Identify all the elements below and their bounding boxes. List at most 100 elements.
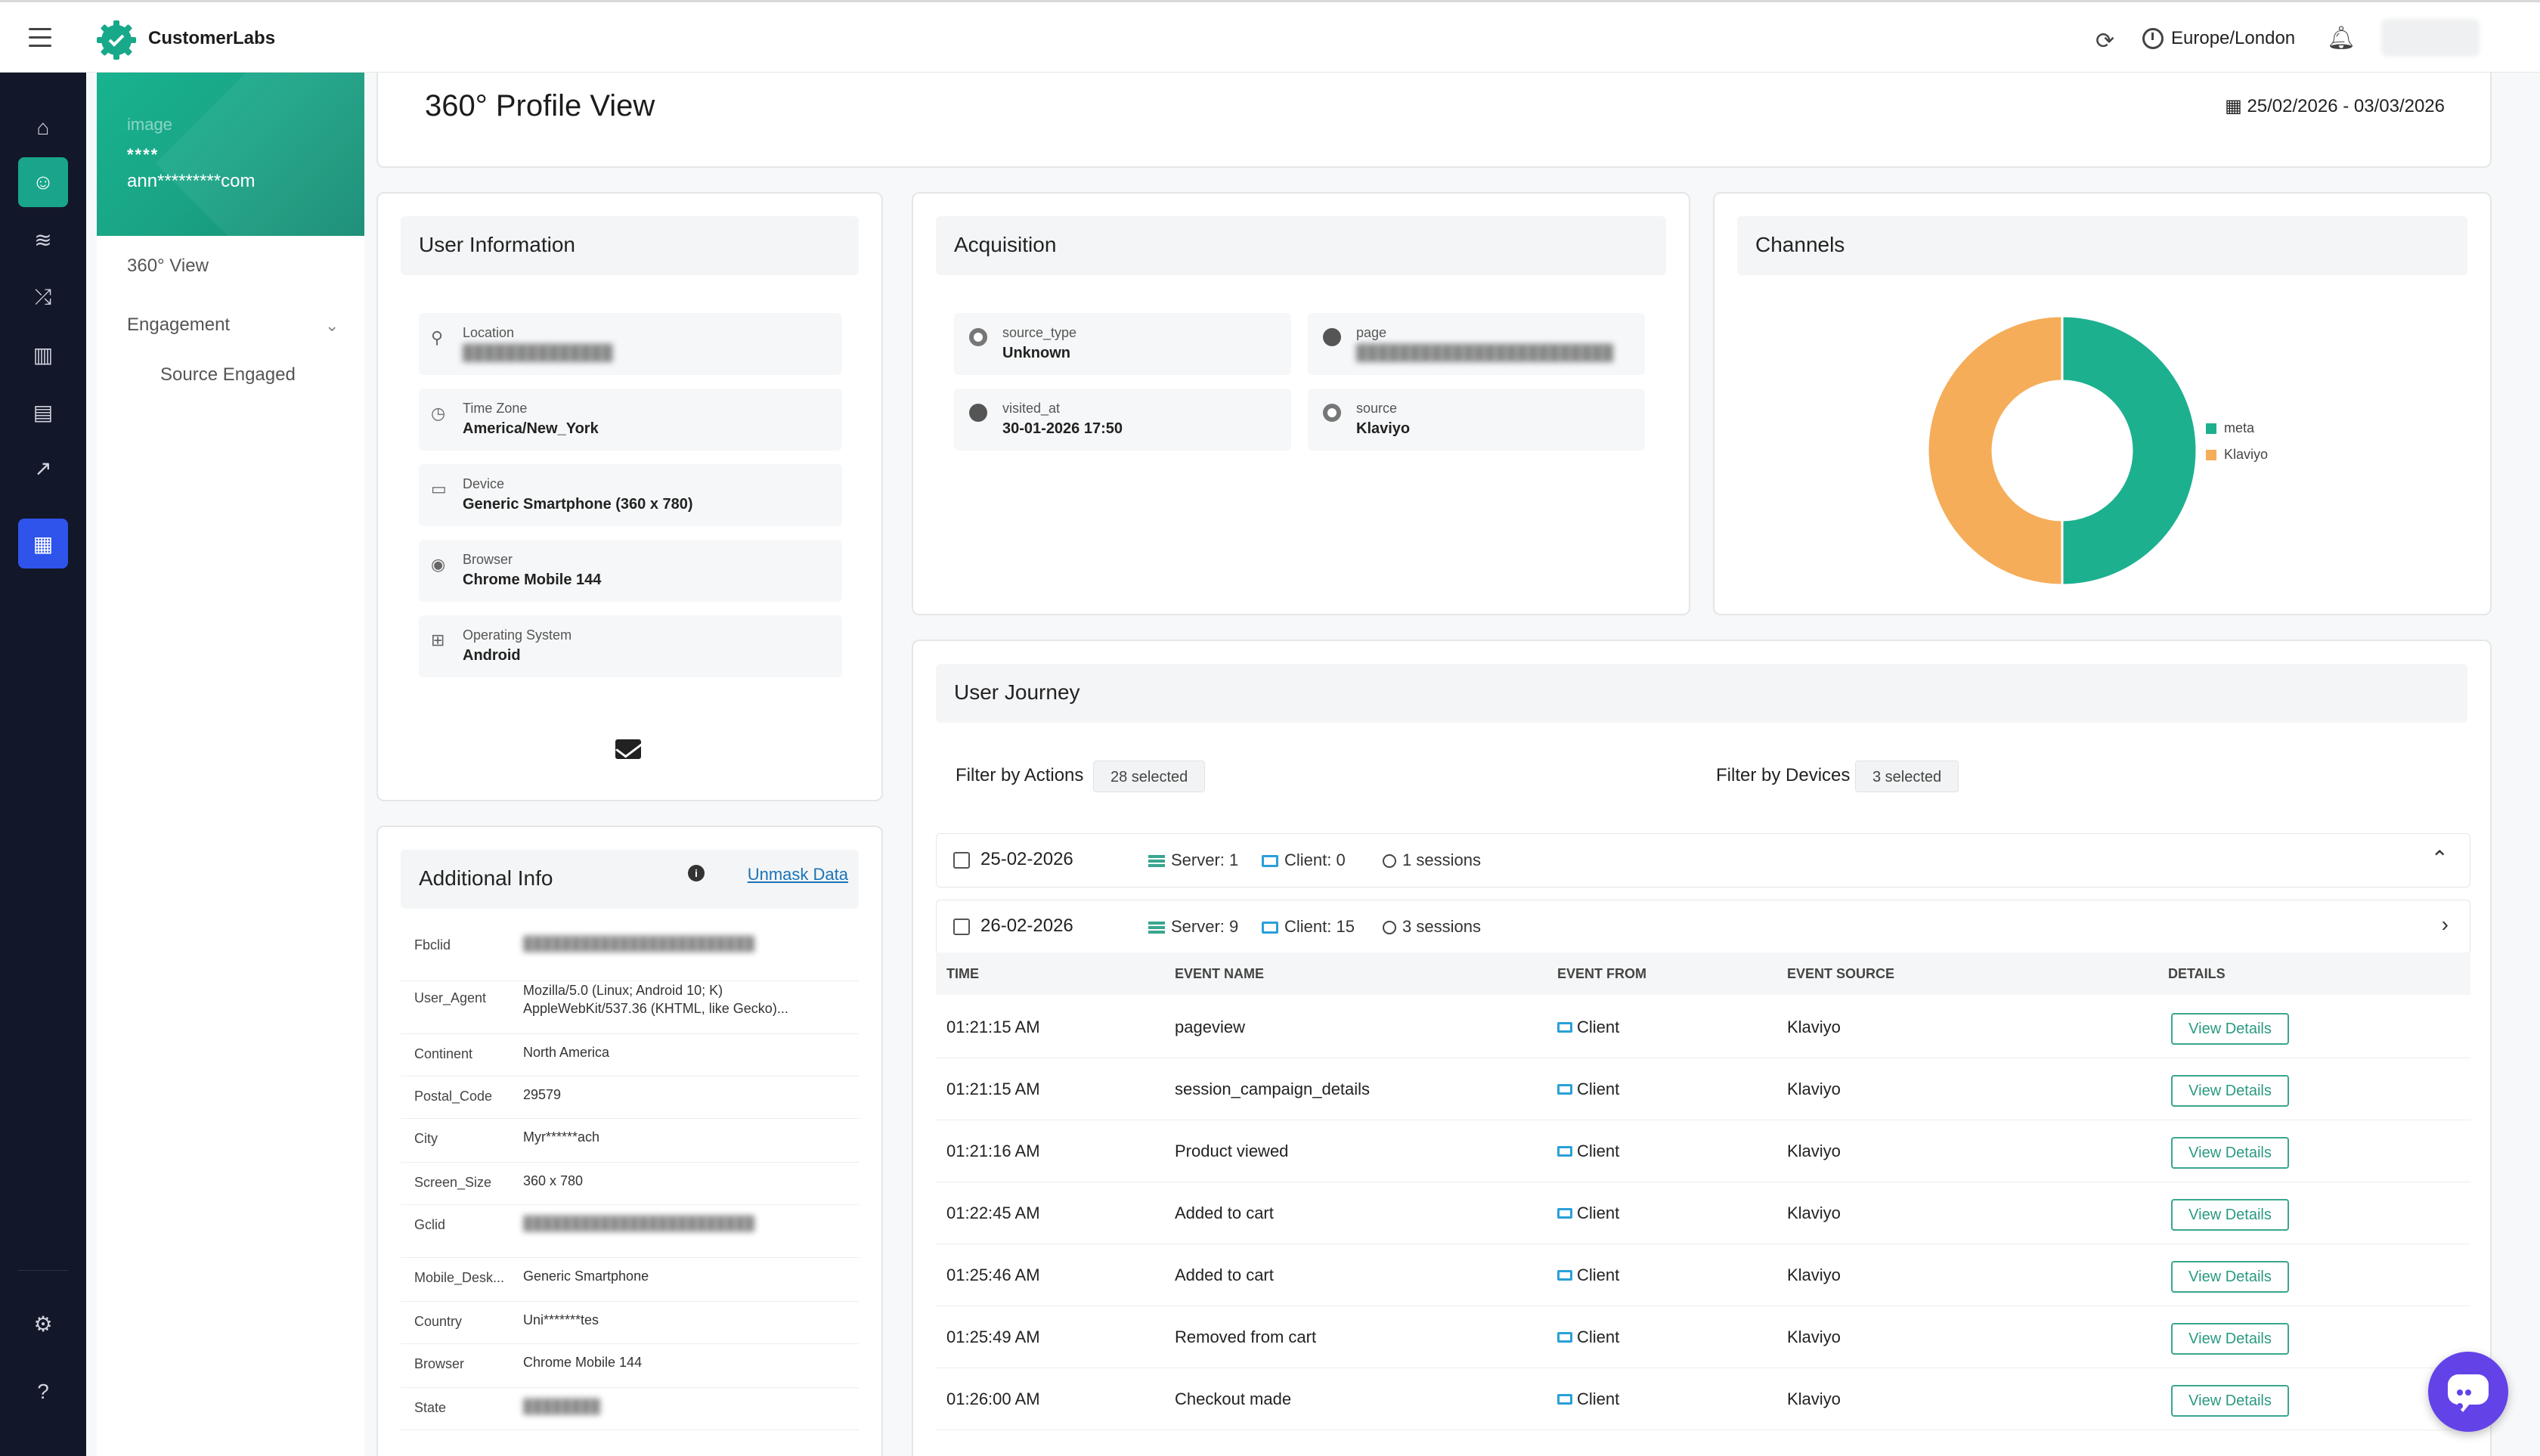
info-value: Chrome Mobile 144 xyxy=(523,1355,643,1370)
notification-bell-icon[interactable]: 🔔︎ xyxy=(2327,25,2356,51)
timezone-selector[interactable]: Europe/London xyxy=(2171,28,2295,49)
home-icon[interactable]: ⌂ xyxy=(18,103,68,153)
journey-day-row[interactable]: 26-02-2026 Server: 9 Client: 15 3 sessio… xyxy=(936,900,2470,954)
channels-donut-chart xyxy=(1926,314,2198,587)
info-value: 360 x 780 xyxy=(523,1173,584,1188)
field-label: Time Zone xyxy=(463,401,528,416)
channels-card: Channels meta Klaviyo xyxy=(1713,192,2492,615)
unmask-data-link[interactable]: Unmask Data xyxy=(748,865,848,884)
cell-event-name: Added to cart xyxy=(1175,1204,1274,1222)
bar-chart-icon[interactable]: ▥ xyxy=(18,330,68,379)
field-browser: ◉ Browser Chrome Mobile 144 xyxy=(419,540,842,602)
info-row: Country Uni*******tes xyxy=(401,1302,859,1344)
cell-event-source: Klaviyo xyxy=(1787,1142,1841,1160)
acq-page: page ████████████████████████ xyxy=(1308,313,1645,375)
legend-item-klaviyo[interactable]: Klaviyo xyxy=(2206,447,2268,463)
subnav-360-view[interactable]: 360° View xyxy=(127,256,209,277)
field-label: Device xyxy=(463,476,505,491)
server-count: Server: 1 xyxy=(1148,850,1238,870)
view-details-button[interactable]: View Details xyxy=(2171,1013,2289,1045)
top-bar: CustomerLabs ⟳ Europe/London 🔔︎ xyxy=(0,0,2540,73)
monitor-icon xyxy=(1557,1394,1572,1405)
menu-icon[interactable] xyxy=(29,28,51,48)
field-time-zone: ◷ Time Zone America/New_York xyxy=(419,389,842,451)
acq-visited-at: visited_at 30-01-2026 17:50 xyxy=(954,389,1291,451)
email-icon[interactable] xyxy=(615,739,641,759)
document-icon[interactable]: ▤ xyxy=(18,387,68,437)
view-details-button[interactable]: View Details xyxy=(2171,1261,2289,1293)
field-value: Chrome Mobile 144 xyxy=(463,572,602,588)
info-row: State ████████ xyxy=(401,1388,859,1430)
user-journey-card: User Journey Filter by Actions 28 select… xyxy=(912,640,2492,1456)
info-value: Myr******ach xyxy=(523,1129,600,1145)
date-range-picker[interactable]: ▦ 25/02/2026 - 03/03/2026 xyxy=(2225,95,2445,117)
acquisition-card: Acquisition source_type Unknown page ███… xyxy=(912,192,1690,615)
subnav-source-engaged[interactable]: Source Engaged xyxy=(160,364,296,386)
monitor-icon xyxy=(1557,1022,1572,1033)
pie-slice-meta[interactable] xyxy=(2061,314,2198,587)
acq-source-type: source_type Unknown xyxy=(954,313,1291,375)
table-row: 01:21:15 AM session_campaign_details Klavi… xyxy=(936,1058,2470,1120)
chat-widget-button[interactable] xyxy=(2428,1352,2508,1432)
info-row: Postal_Code 29579 xyxy=(401,1077,859,1119)
apps-grid-icon[interactable]: ▦ xyxy=(18,519,68,568)
field-value: Android xyxy=(463,647,521,664)
subnav-engagement[interactable]: Engagement xyxy=(127,314,230,336)
target-icon xyxy=(969,328,987,346)
session-count-text: 3 sessions xyxy=(1402,917,1481,936)
info-icon: i xyxy=(688,865,705,881)
table-row: 01:25:46 AM Added to cart Klaviyo Client Vie… xyxy=(936,1244,2470,1306)
view-details-button[interactable]: View Details xyxy=(2171,1075,2289,1107)
chevron-up-icon[interactable]: ⌃ xyxy=(2431,846,2449,871)
legend-item-meta[interactable]: meta xyxy=(2206,420,2268,436)
view-details-button[interactable]: View Details xyxy=(2171,1385,2289,1417)
monitor-icon xyxy=(1557,1146,1572,1157)
monitor-icon xyxy=(1557,1208,1572,1219)
page-title: 360° Profile View xyxy=(425,89,655,122)
session-count: 1 sessions xyxy=(1383,850,1481,870)
cell-event-from: Client xyxy=(1557,1389,1619,1409)
view-details-button[interactable]: View Details xyxy=(2171,1137,2289,1169)
logo-gear-icon[interactable] xyxy=(94,17,139,63)
view-details-button[interactable]: View Details xyxy=(2171,1323,2289,1355)
field-label: page xyxy=(1356,325,1387,340)
users-icon[interactable]: ☺ xyxy=(18,157,68,207)
refresh-icon[interactable]: ⟳ xyxy=(2096,28,2114,54)
chevron-right-icon[interactable]: › xyxy=(2442,912,2449,937)
shuffle-icon[interactable]: ⤮ xyxy=(18,272,68,322)
clock-icon xyxy=(1383,921,1396,935)
windows-icon: ⊞ xyxy=(431,630,445,649)
info-value: Uni*******tes xyxy=(523,1312,599,1327)
nav-divider xyxy=(18,1270,68,1271)
monitor-icon xyxy=(1262,922,1278,934)
cell-event-name: pageview xyxy=(1175,1018,1245,1036)
info-value: Generic Smartphone xyxy=(523,1269,649,1284)
help-icon[interactable]: ? xyxy=(18,1367,68,1417)
cell-event-name: Product viewed xyxy=(1175,1142,1289,1160)
info-key: Browser xyxy=(414,1356,465,1371)
field-value: ██████████████ xyxy=(463,345,613,361)
layers-icon[interactable]: ≋ xyxy=(18,215,68,265)
cell-time: 01:21:15 AM xyxy=(946,1018,1040,1036)
table-row: 01:22:45 AM Added to cart Klaviyo Client Vie… xyxy=(936,1182,2470,1244)
journey-day-row[interactable]: 25-02-2026 Server: 1 Client: 0 1 session… xyxy=(936,833,2470,888)
line-chart-icon[interactable]: ↗ xyxy=(18,443,68,493)
channels-title: Channels xyxy=(1737,216,2467,275)
event-from-text: Client xyxy=(1577,1080,1620,1098)
event-from-text: Client xyxy=(1577,1265,1620,1284)
event-from-text: Client xyxy=(1577,1018,1620,1036)
user-menu[interactable] xyxy=(2381,19,2480,57)
monitor-icon xyxy=(1262,855,1278,868)
filter-devices-select[interactable]: 3 selected xyxy=(1855,761,1959,792)
filter-actions-select[interactable]: 28 selected xyxy=(1093,761,1206,792)
pie-slice-klaviyo[interactable] xyxy=(1926,314,2064,587)
event-from-text: Client xyxy=(1577,1327,1620,1346)
field-value: Klaviyo xyxy=(1356,420,1411,437)
chevron-down-icon[interactable]: ⌄ xyxy=(325,316,339,336)
cell-event-source: Klaviyo xyxy=(1787,1265,1841,1284)
cell-time: 01:21:15 AM xyxy=(946,1080,1040,1098)
cell-event-source: Klaviyo xyxy=(1787,1327,1841,1346)
monitor-icon xyxy=(1557,1270,1572,1281)
view-details-button[interactable]: View Details xyxy=(2171,1199,2289,1231)
settings-icon[interactable]: ⚙ xyxy=(18,1299,68,1349)
